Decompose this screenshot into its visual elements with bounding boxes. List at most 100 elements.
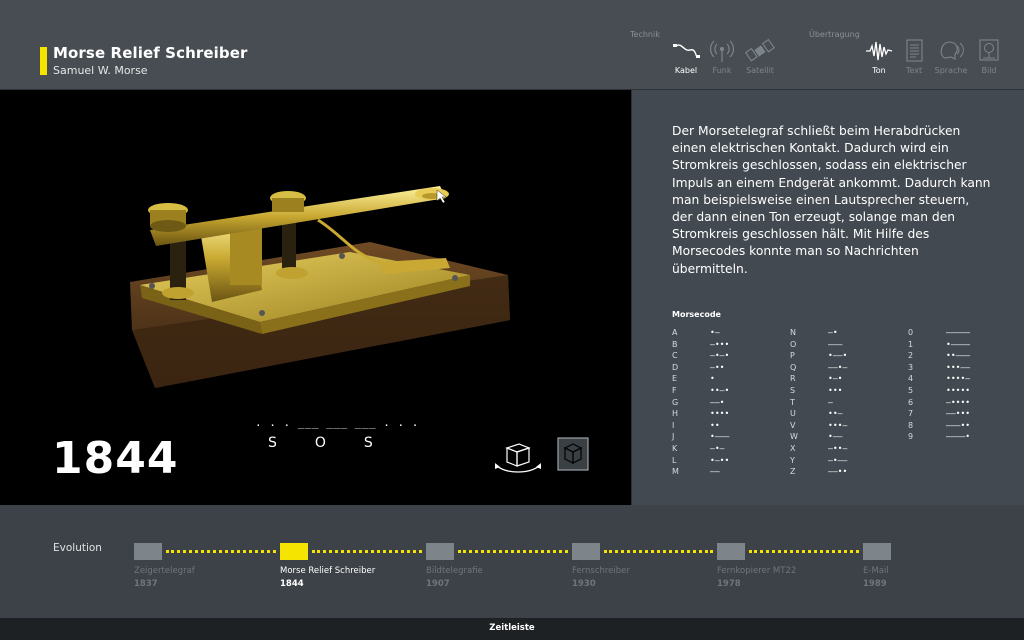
- morse-row: O ———: [790, 339, 847, 351]
- morse-row: 4 ••••—: [908, 373, 970, 385]
- timeline-node[interactable]: [426, 543, 454, 560]
- timeline-toggle-bar[interactable]: Zeitleiste: [0, 618, 1024, 640]
- morse-code: ——••: [828, 467, 848, 477]
- morse-char: I: [672, 420, 675, 430]
- morse-char: H: [672, 409, 679, 419]
- morse-row: C —•—•: [672, 350, 729, 362]
- nav-item-label: Bild: [981, 66, 997, 75]
- timeline-item-name[interactable]: E-Mail: [863, 566, 889, 576]
- nav-item-ton[interactable]: Ton: [859, 38, 899, 75]
- morse-char: M: [672, 467, 679, 477]
- nav-item-sprache[interactable]: Sprache: [931, 38, 971, 75]
- morse-char: R: [790, 374, 796, 384]
- object-stage[interactable]: 1844 . . . ___ ___ ___ . . . SOS: [0, 90, 631, 505]
- timeline-item-name[interactable]: Fernschreiber: [572, 566, 630, 576]
- morse-code: —•—: [710, 443, 725, 453]
- box-view-button[interactable]: [557, 437, 589, 471]
- morse-row: X —••—: [790, 443, 847, 455]
- morse-column-n-z: N —• O ——— P •——• Q ——•— R •—• S ••• T — U ••— V •••— W •——…: [790, 327, 847, 478]
- cable-icon: [673, 44, 700, 58]
- nav-item-label: Ton: [872, 66, 886, 75]
- morse-char: N: [790, 328, 796, 337]
- timeline-item-name[interactable]: Fernkopierer MT22: [717, 566, 796, 576]
- morse-code: —•—•: [710, 351, 730, 361]
- timeline-connector: [166, 550, 276, 553]
- morse-row: U ••—: [790, 408, 847, 420]
- timeline-node[interactable]: [863, 543, 891, 560]
- timeline-item-name[interactable]: Zeigertelegraf: [134, 566, 195, 576]
- morse-table-title: Morsecode: [672, 310, 721, 319]
- morse-row: P •——•: [790, 350, 847, 362]
- radio-icon: [710, 40, 734, 62]
- morse-row: Z ——••: [790, 466, 847, 478]
- morse-code: •—•: [828, 374, 843, 384]
- category-label-technik: Technik: [630, 30, 660, 39]
- nav-item-label: Sprache: [934, 66, 968, 75]
- morse-row: Y —•——: [790, 455, 847, 467]
- title-accent-bar: [40, 47, 47, 75]
- morse-code: —————: [946, 328, 971, 337]
- morse-row: 0 —————: [908, 327, 970, 339]
- nav-item-funk[interactable]: Funk: [702, 38, 742, 75]
- morse-char: 0: [908, 328, 914, 337]
- morse-code: •————: [946, 339, 971, 349]
- description-text: Der Morsetelegraf schließt beim Herabdrü…: [672, 124, 991, 276]
- timeline-node[interactable]: [572, 543, 600, 560]
- morse-code: —••: [710, 362, 725, 372]
- morse-row: K —•—: [672, 443, 729, 455]
- morse-char: B: [672, 339, 678, 349]
- morse-row: A •—: [672, 327, 729, 339]
- morse-row: I ••: [672, 420, 729, 432]
- morse-code: —••—: [828, 443, 848, 453]
- morse-char: J: [672, 432, 675, 442]
- timeline-item-year: 1978: [717, 579, 741, 589]
- timeline-toggle-label: Zeitleiste: [489, 623, 535, 633]
- morse-row: E •: [672, 373, 729, 385]
- timeline-node[interactable]: [134, 543, 162, 560]
- morse-code: •——•: [828, 351, 848, 361]
- timeline-connector: [604, 550, 713, 553]
- nav-item-satellit[interactable]: Satellit: [740, 38, 780, 75]
- morse-char: U: [790, 409, 796, 419]
- morse-code: ••••—: [946, 374, 971, 384]
- morse-row: 2 ••———: [908, 350, 970, 362]
- morse-code: •••: [828, 385, 843, 395]
- header: Morse Relief Schreiber Samuel W. Morse T…: [0, 0, 1024, 90]
- timeline-item-name[interactable]: Morse Relief Schreiber: [280, 566, 375, 576]
- morse-char: 4: [908, 374, 914, 384]
- timeline-item-year: 1837: [134, 579, 158, 589]
- morse-sos-code: . . . ___ ___ ___ . . .: [255, 416, 419, 429]
- morse-code: ——•••: [946, 409, 971, 419]
- morse-code: •———: [710, 432, 730, 442]
- nav-item-kabel[interactable]: Kabel: [666, 38, 706, 75]
- morse-row: F ••—•: [672, 385, 729, 397]
- morse-row: T —: [790, 397, 847, 409]
- timeline-node[interactable]: [280, 543, 308, 560]
- morse-code: •••——: [946, 362, 971, 372]
- morse-code: —•••: [710, 339, 730, 349]
- timeline-item-year: 1844: [280, 579, 304, 589]
- morse-char: Q: [790, 362, 797, 372]
- morse-char: 3: [908, 362, 914, 372]
- nav-item-text[interactable]: Text: [894, 38, 934, 75]
- morse-char: 9: [908, 432, 914, 442]
- morse-code: ——•: [710, 397, 725, 407]
- morse-row: B —•••: [672, 339, 729, 351]
- morse-row: L •—••: [672, 455, 729, 467]
- morse-code: ••: [710, 420, 720, 430]
- rotate-3d-button[interactable]: [493, 440, 543, 476]
- morse-code: •—: [710, 328, 720, 337]
- morse-code: —•: [828, 328, 838, 337]
- morse-row: 3 •••——: [908, 362, 970, 374]
- timeline-item-name[interactable]: Bildtelegrafie: [426, 566, 483, 576]
- nav-item-bild[interactable]: Bild: [969, 38, 1009, 75]
- morse-sos-letters: SOS: [268, 435, 411, 451]
- morse-code: ————•: [946, 432, 971, 442]
- morse-char: T: [790, 397, 795, 407]
- morse-row: 1 •————: [908, 339, 970, 351]
- timeline-node[interactable]: [717, 543, 745, 560]
- evolution-timeline: Evolution Zeigertelegraf 1837 Morse Relief…: [0, 505, 1024, 618]
- morse-char: S: [790, 385, 796, 395]
- year-display: 1844: [52, 433, 179, 484]
- morse-code: —•——: [828, 455, 848, 465]
